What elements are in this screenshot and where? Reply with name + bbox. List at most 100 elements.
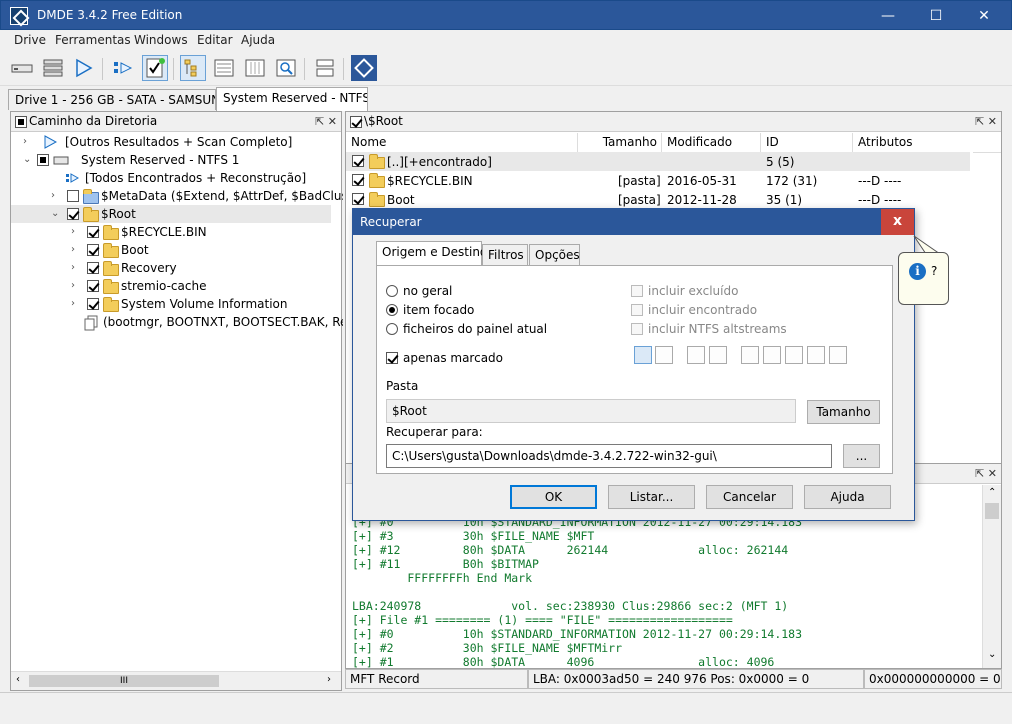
tab-drive-1[interactable]: Drive 1 - 256 GB - SATA - SAMSUNG... [8, 89, 216, 110]
tree-checkbox[interactable] [67, 208, 79, 220]
menu-editar[interactable]: Editar [197, 33, 233, 47]
radio-item-focado[interactable] [386, 304, 398, 316]
list-row[interactable]: Boot [pasta] 2012-11-28 35 (1) ---D ---- [346, 190, 970, 209]
radio-ficheiros-painel[interactable] [386, 323, 398, 335]
tree-item-boot[interactable]: › Boot [23, 241, 343, 259]
radio-ficheiros-painel-label[interactable]: ficheiros do painel atual [403, 322, 547, 336]
files-icon[interactable] [655, 346, 673, 364]
tree-item-root[interactable]: ⌄ $Root [11, 205, 331, 223]
list-row[interactable]: $RECYCLE.BIN [pasta] 2016-05-31 172 (31)… [346, 171, 970, 190]
scroll-left-icon[interactable]: ‹ [16, 674, 20, 685]
dialog-close-button[interactable]: x [881, 209, 914, 235]
search-flow-icon [66, 173, 79, 183]
row-checkbox[interactable] [352, 155, 364, 167]
menu-bar: Drive Ferramentas Windows Editar Ajuda [0, 30, 1012, 51]
vertical-scrollbar[interactable]: ⌃ ⌄ [982, 485, 1001, 668]
scroll-thumb[interactable] [985, 503, 999, 519]
col-tamanho[interactable]: Tamanho [578, 133, 662, 153]
file-info-icon[interactable] [687, 346, 705, 364]
play-icon-button[interactable] [70, 55, 96, 81]
scroll-up-icon[interactable]: ⌃ [988, 487, 996, 498]
tamanho-button[interactable]: Tamanho [807, 400, 880, 424]
tab-origem-destino[interactable]: Origem e Destino [376, 241, 487, 266]
pasta-field[interactable]: $Root [386, 399, 796, 423]
search-icon-button[interactable] [273, 55, 299, 81]
hex-view-icon-button[interactable] [242, 55, 268, 81]
list-row[interactable]: [..][+encontrado] 5 (5) [346, 152, 970, 171]
menu-ajuda[interactable]: Ajuda [241, 33, 275, 47]
tree-item-outros[interactable]: › [Outros Resultados + Scan Completo] [23, 133, 343, 151]
incluir-altstreams-checkbox[interactable] [631, 323, 643, 335]
incluir-excluido-checkbox[interactable] [631, 285, 643, 297]
file-image-icon[interactable] [763, 346, 781, 364]
maximize-button[interactable]: ☐ [913, 1, 959, 31]
menu-windows[interactable]: Windows [134, 33, 188, 47]
tree-item-todos-encontrados[interactable]: [Todos Encontrados + Reconstrução] [23, 169, 343, 187]
tab-opcoes[interactable]: Opções [529, 244, 580, 265]
apenas-marcado-checkbox[interactable] [386, 352, 398, 364]
scroll-down-icon[interactable]: ⌄ [988, 649, 996, 660]
horizontal-scrollbar[interactable]: ‹ III › [11, 671, 341, 690]
tree-checkbox[interactable] [87, 280, 99, 292]
cancelar-button[interactable]: Cancelar [706, 485, 793, 509]
tab-filtros[interactable]: Filtros [482, 244, 528, 265]
listar-button[interactable]: Listar... [608, 485, 695, 509]
radio-no-geral[interactable] [386, 285, 398, 297]
file-list-icon[interactable] [709, 346, 727, 364]
tree-view-icon-button[interactable] [180, 55, 206, 81]
col-modificado[interactable]: Modificado [662, 133, 761, 153]
tree-checkbox[interactable] [87, 244, 99, 256]
tree-checkbox[interactable] [67, 190, 79, 202]
file-doc-icon[interactable] [741, 346, 759, 364]
tree-checkbox[interactable] [37, 154, 49, 166]
list-view-icon-button[interactable] [211, 55, 237, 81]
help-tooltip[interactable]: i ? [898, 252, 949, 305]
pane-pin-close-icon[interactable]: ⇱ ✕ [975, 464, 997, 483]
file-globe-icon[interactable] [807, 346, 825, 364]
close-window-button[interactable]: ✕ [961, 1, 1007, 31]
incluir-encontrado-checkbox[interactable] [631, 304, 643, 316]
tree-item-recovery[interactable]: › Recovery [23, 259, 343, 277]
window-layout-icon-button[interactable] [312, 55, 338, 81]
col-nome[interactable]: Nome [346, 133, 578, 153]
tree-item-stremio-cache[interactable]: › stremio-cache [23, 277, 343, 295]
row-checkbox[interactable] [352, 193, 364, 205]
file-text-icon[interactable] [829, 346, 847, 364]
pane-pin-close-icon[interactable]: ⇱ ✕ [975, 112, 997, 131]
radio-no-geral-label[interactable]: no geral [403, 284, 452, 298]
minimize-button[interactable]: — [865, 1, 911, 31]
scroll-thumb[interactable]: III [29, 675, 219, 687]
menu-drive[interactable]: Drive [14, 33, 46, 47]
menu-ferramentas[interactable]: Ferramentas [55, 33, 131, 47]
radio-item-focado-label[interactable]: item focado [403, 303, 474, 317]
browse-button[interactable]: ... [843, 444, 880, 468]
file-edit-icon[interactable] [785, 346, 803, 364]
pane-toggle-checkbox[interactable] [350, 116, 362, 128]
partitions-icon-button[interactable] [40, 55, 66, 81]
ok-button[interactable]: OK [510, 485, 597, 509]
tree-checkbox[interactable] [87, 298, 99, 310]
pane-pin-close-icon[interactable]: ⇱ ✕ [315, 112, 337, 131]
apenas-marcado-label[interactable]: apenas marcado [403, 351, 503, 365]
tab-system-reserved[interactable]: System Reserved - NTFS 1 [216, 87, 368, 111]
col-id[interactable]: ID [761, 133, 853, 153]
col-atributos[interactable]: Atributos [853, 133, 973, 153]
dmde-logo-icon[interactable] [351, 55, 377, 81]
row-checkbox[interactable] [352, 174, 364, 186]
ajuda-button[interactable]: Ajuda [804, 485, 891, 509]
file-icon[interactable] [634, 346, 652, 364]
status-lba: LBA: 0x0003ad50 = 240 976 Pos: 0x0000 = … [528, 669, 864, 689]
tree-item-files[interactable]: (bootmgr, BOOTNXT, BOOTSECT.BAK, Recover… [23, 313, 343, 331]
pane-toggle-checkbox[interactable] [15, 116, 27, 128]
tree-checkbox[interactable] [87, 262, 99, 274]
tree-item-recycle-bin[interactable]: › $RECYCLE.BIN [23, 223, 343, 241]
drive-icon-button[interactable] [9, 55, 35, 81]
search-flow-icon-button[interactable] [110, 55, 136, 81]
scroll-right-icon[interactable]: › [327, 674, 331, 685]
tree-checkbox[interactable] [87, 226, 99, 238]
recover-icon-button[interactable] [142, 55, 168, 81]
recuperar-para-input[interactable]: C:\Users\gusta\Downloads\dmde-3.4.2.722-… [386, 444, 832, 468]
tree-item-system-volume-information[interactable]: › System Volume Information [23, 295, 343, 313]
tree-item-metadata[interactable]: › $MetaData ($Extend, $AttrDef, $BadClus… [23, 187, 343, 205]
tree-item-system-reserved[interactable]: ⌄ System Reserved - NTFS 1 [23, 151, 343, 169]
